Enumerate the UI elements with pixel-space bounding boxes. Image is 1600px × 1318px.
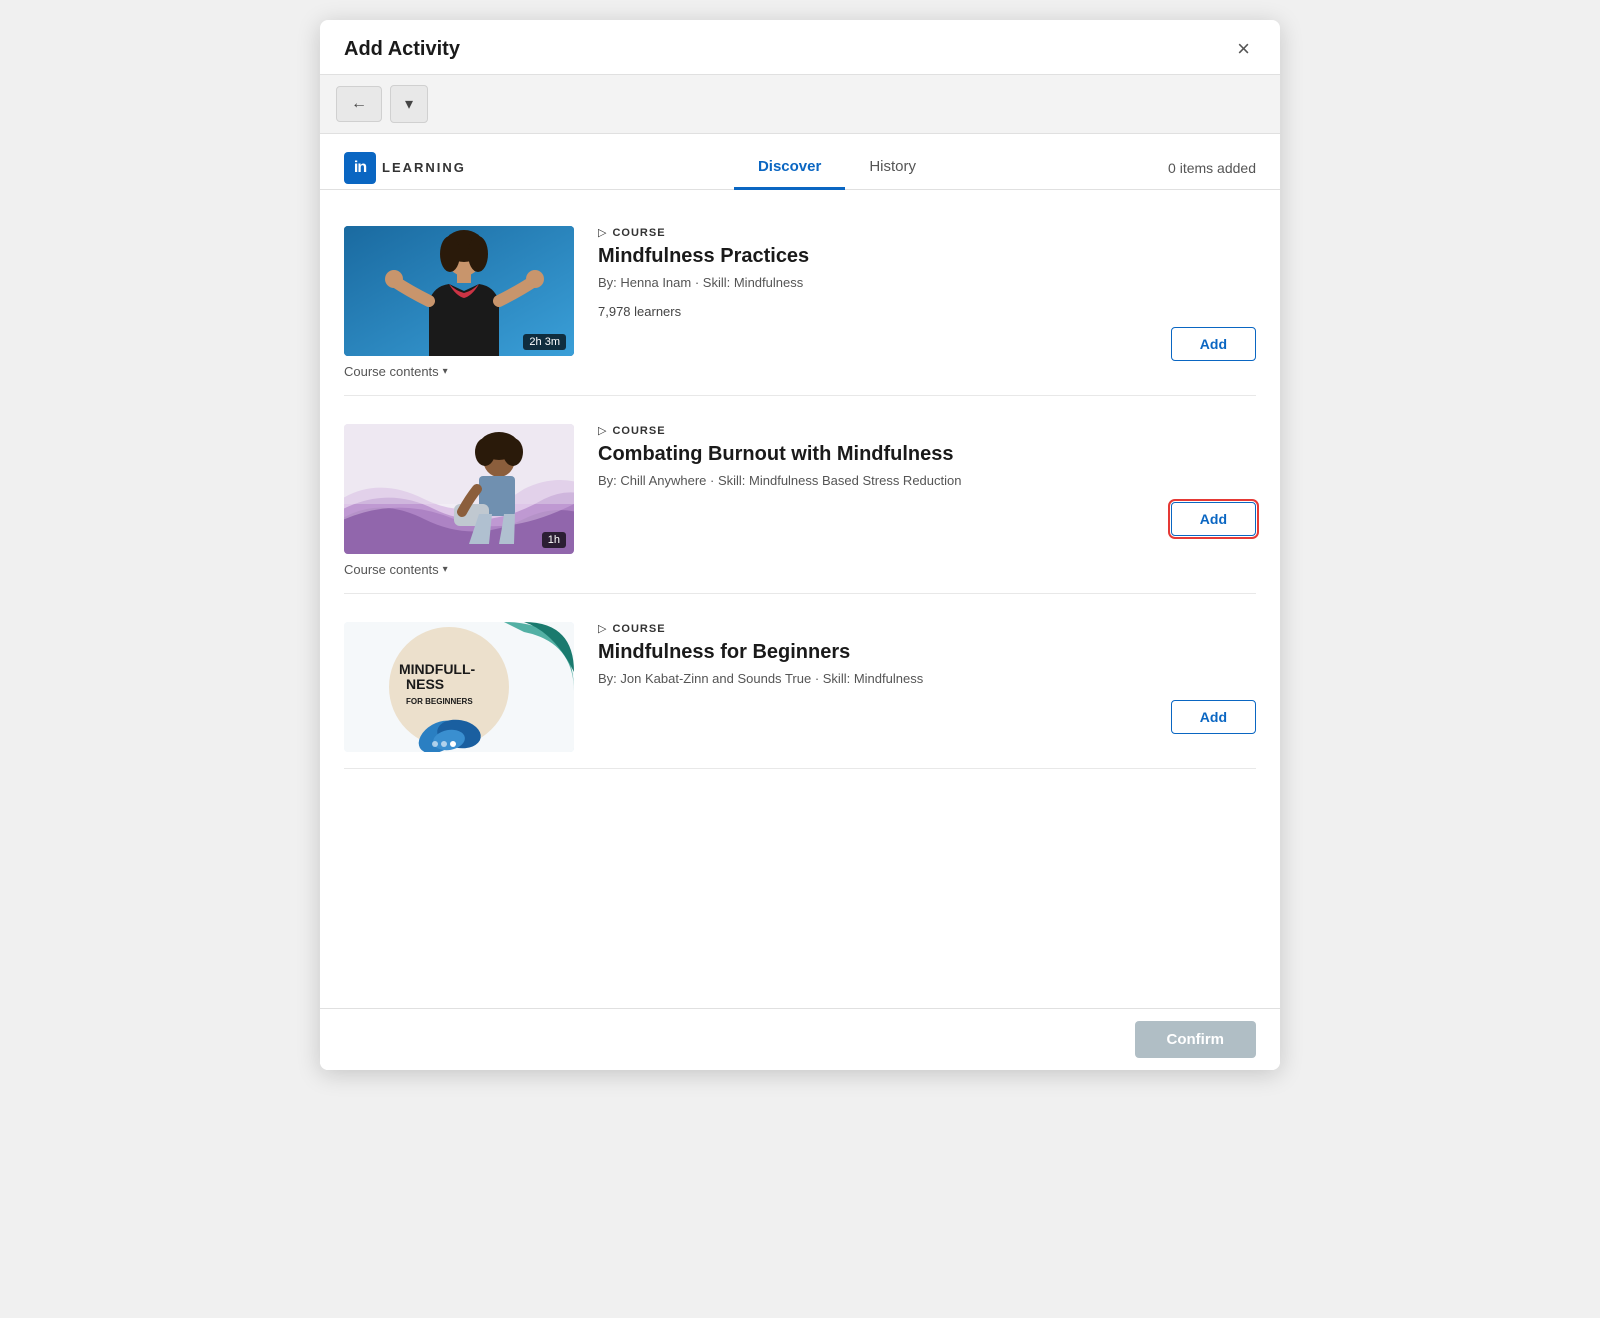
course-1-thumbnail: 2h 3m: [344, 226, 574, 356]
course-3-skill: Skill: Mindfulness: [823, 671, 923, 686]
course-2-duration: 1h: [542, 532, 566, 548]
course-1-meta: By: Henna Inam · Skill: Mindfulness: [598, 275, 1256, 290]
course-3-add-button[interactable]: Add: [1171, 700, 1256, 734]
course-2-title: Combating Burnout with Mindfulness: [598, 441, 1256, 467]
course-1-info: ▷ COURSE Mindfulness Practices By: Henna…: [598, 226, 1256, 361]
add-activity-modal: Add Activity × ← ▾ in LEARNING Discover …: [320, 20, 1280, 1070]
course-2-by: By: Chill Anywhere: [598, 473, 706, 488]
items-added-count: 0 items added: [1168, 160, 1256, 176]
course-2-contents-toggle[interactable]: Course contents ▾: [344, 562, 574, 577]
course-2-type-row: ▷ COURSE: [598, 424, 1256, 437]
brand: in LEARNING: [344, 152, 466, 184]
course-2-add-wrap: Add: [598, 502, 1256, 536]
confirm-button[interactable]: Confirm: [1135, 1021, 1257, 1058]
chevron-down-icon: ▾: [443, 366, 448, 377]
svg-text:NESS: NESS: [406, 676, 444, 692]
modal-header: Add Activity ×: [320, 20, 1280, 74]
course-1-type: COURSE: [612, 227, 665, 239]
modal-footer: Confirm: [320, 1008, 1280, 1070]
course-3-info: ▷ COURSE Mindfulness for Beginners By: J…: [598, 622, 1256, 734]
course-2-type: COURSE: [612, 425, 665, 437]
chevron-down-icon: ▾: [443, 564, 448, 575]
toolbar: ← ▾: [320, 74, 1280, 134]
course-1-add-wrap: Add: [598, 327, 1256, 361]
course-2-thumb-wrap: 1h Course contents ▾: [344, 424, 574, 577]
course-2-add-button[interactable]: Add: [1171, 502, 1256, 536]
course-1-type-row: ▷ COURSE: [598, 226, 1256, 239]
course-item: 1h Course contents ▾ ▷ COURSE Combating …: [344, 396, 1256, 594]
course-3-title: Mindfulness for Beginners: [598, 639, 1256, 665]
tab-history[interactable]: History: [845, 146, 940, 190]
svg-text:FOR BEGINNERS: FOR BEGINNERS: [406, 697, 473, 706]
course-2-contents-label-text: Course contents: [344, 562, 439, 577]
course-1-thumb-wrap: 2h 3m Course contents ▾: [344, 226, 574, 379]
course-contents-label-text: Course contents: [344, 364, 439, 379]
course-3-thumbnail: MINDFULL- NESS FOR BEGINNERS: [344, 622, 574, 752]
play-icon: ▷: [598, 622, 606, 635]
course-3-add-wrap: Add: [598, 700, 1256, 734]
course-1-title: Mindfulness Practices: [598, 243, 1256, 269]
course-3-thumb-wrap: MINDFULL- NESS FOR BEGINNERS: [344, 622, 574, 752]
course-1-contents-toggle[interactable]: Course contents ▾: [344, 364, 574, 379]
content-area: 2h 3m Course contents ▾ ▷ COURSE Mindful…: [320, 190, 1280, 1008]
course-3-meta: By: Jon Kabat-Zinn and Sounds True · Ski…: [598, 671, 1256, 686]
play-icon: ▷: [598, 226, 606, 239]
nav-area: in LEARNING Discover History 0 items add…: [320, 134, 1280, 190]
course-item: MINDFULL- NESS FOR BEGINNERS ▷ COURSE Mi…: [344, 594, 1256, 769]
course-1-learners: 7,978 learners: [598, 304, 1256, 319]
dropdown-button[interactable]: ▾: [390, 85, 428, 123]
course-3-type-row: ▷ COURSE: [598, 622, 1256, 635]
course-2-meta: By: Chill Anywhere · Skill: Mindfulness …: [598, 473, 1256, 488]
nav-tabs: Discover History: [506, 146, 1168, 189]
tab-discover[interactable]: Discover: [734, 146, 845, 190]
close-button[interactable]: ×: [1231, 36, 1256, 62]
course-2-thumbnail: 1h: [344, 424, 574, 554]
play-icon: ▷: [598, 424, 606, 437]
course-1-add-button[interactable]: Add: [1171, 327, 1256, 361]
course-1-by: By: Henna Inam: [598, 275, 691, 290]
course-1-duration: 2h 3m: [523, 334, 566, 350]
course-3-type: COURSE: [612, 623, 665, 635]
course-3-by: By: Jon Kabat-Zinn and Sounds True: [598, 671, 811, 686]
course-1-skill: Skill: Mindfulness: [703, 275, 803, 290]
linkedin-logo: in: [344, 152, 376, 184]
course-2-info: ▷ COURSE Combating Burnout with Mindfuln…: [598, 424, 1256, 536]
brand-name: LEARNING: [382, 160, 466, 175]
course-item: 2h 3m Course contents ▾ ▷ COURSE Mindful…: [344, 198, 1256, 396]
back-button[interactable]: ←: [336, 86, 382, 122]
modal-title: Add Activity: [344, 38, 460, 61]
course-2-skill: Skill: Mindfulness Based Stress Reductio…: [718, 473, 962, 488]
svg-text:MINDFULL-: MINDFULL-: [399, 661, 476, 677]
